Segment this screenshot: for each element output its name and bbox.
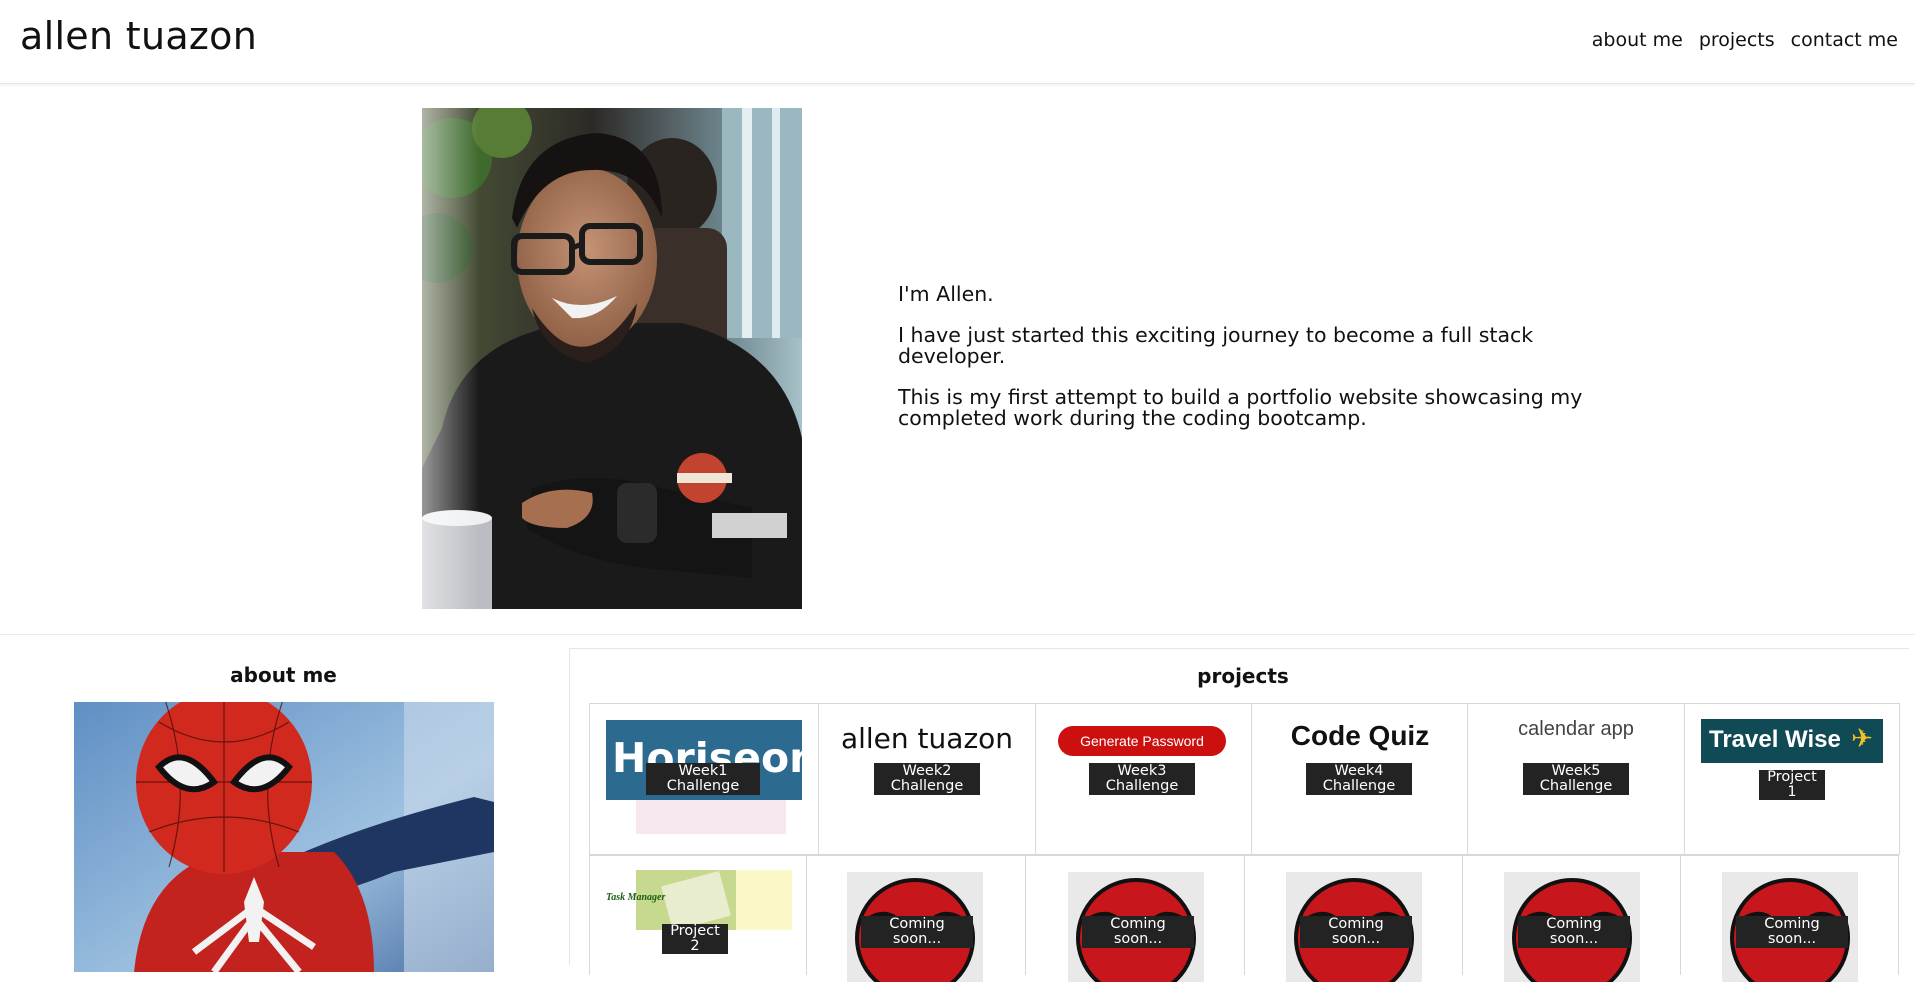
about-title: about me xyxy=(230,663,337,687)
site-brand[interactable]: allen tuazon xyxy=(20,14,257,58)
project-card-week4[interactable]: Code Quiz Week4 Challenge xyxy=(1251,703,1468,855)
project-card-coming-soon-5[interactable]: Coming soon... xyxy=(1680,855,1899,982)
spiderman-image xyxy=(74,702,494,972)
project-caption: Week4 Challenge xyxy=(1306,763,1412,795)
project-caption: Coming soon... xyxy=(1082,916,1194,948)
project-caption: Week5 Challenge xyxy=(1523,763,1629,795)
nav-projects[interactable]: projects xyxy=(1699,29,1775,51)
project-caption: Coming soon... xyxy=(861,916,973,948)
generate-password-text: Generate Password xyxy=(1080,733,1204,749)
project-caption: Coming soon... xyxy=(1518,916,1630,948)
project-card-week1[interactable]: Horiseon Week1 Challenge xyxy=(589,703,819,855)
calendar-app-thumbnail: calendar app xyxy=(1476,718,1676,748)
projects-section: projects Horiseon Week1 Challenge allen … xyxy=(569,648,1909,982)
project-card-coming-soon-2[interactable]: Coming soon... xyxy=(1025,855,1245,982)
calendar-app-text: calendar app xyxy=(1518,718,1634,740)
site-header: allen tuazon about me projects contact m… xyxy=(0,0,1915,84)
project-card-coming-soon-1[interactable]: Coming soon... xyxy=(806,855,1026,982)
nav-contact-me[interactable]: contact me xyxy=(1791,29,1898,51)
project-caption: Week2 Challenge xyxy=(874,763,980,795)
project-caption: Week1 Challenge xyxy=(646,763,760,795)
intro-greeting: I'm Allen. xyxy=(898,282,994,306)
project-caption: Week3 Challenge xyxy=(1089,763,1195,795)
project-caption: Coming soon... xyxy=(1736,916,1848,948)
travel-wise-text: Travel Wise xyxy=(1709,726,1841,753)
code-quiz-thumbnail: Code Quiz xyxy=(1260,720,1460,760)
project-caption: Coming soon... xyxy=(1300,916,1412,948)
project-caption: Project 1 xyxy=(1759,770,1825,800)
project-card-coming-soon-4[interactable]: Coming soon... xyxy=(1462,855,1681,982)
intro-journey: I have just started this exciting journe… xyxy=(898,323,1534,368)
nav-about-me[interactable]: about me xyxy=(1592,29,1683,51)
projects-title: projects xyxy=(1197,664,1289,688)
portfolio-thumbnail: allen tuazon xyxy=(829,722,1025,762)
hero-section: I'm Allen. I have just started this exci… xyxy=(0,85,1915,635)
travel-wise-thumbnail: Travel Wise ✈ xyxy=(1701,719,1883,763)
project-card-project2[interactable]: Task Manager Project 2 xyxy=(589,855,807,975)
project-caption: Project 2 xyxy=(662,924,728,954)
projects-row-2: Task Manager Project 2 Coming soon... Co… xyxy=(589,855,1899,982)
airplane-icon: ✈ xyxy=(1851,724,1873,754)
task-manager-text: Task Manager xyxy=(606,892,666,903)
project-card-week5[interactable]: calendar app Week5 Challenge xyxy=(1467,703,1685,855)
intro-text: I'm Allen. I have just started this exci… xyxy=(898,284,1618,449)
project-card-coming-soon-3[interactable]: Coming soon... xyxy=(1244,855,1463,982)
profile-photo xyxy=(422,108,802,609)
code-quiz-text: Code Quiz xyxy=(1290,720,1430,751)
generate-password-thumbnail: Generate Password xyxy=(1058,726,1226,756)
task-manager-thumbnail: Task Manager xyxy=(606,870,792,930)
projects-row-1: Horiseon Week1 Challenge allen tuazon We… xyxy=(589,703,1900,855)
project-card-project1[interactable]: Travel Wise ✈ Project 1 xyxy=(1684,703,1900,855)
main-nav: about me projects contact me xyxy=(1592,29,1898,51)
intro-portfolio: This is my first attempt to build a port… xyxy=(898,385,1583,430)
project-card-week3[interactable]: Generate Password Week3 Challenge xyxy=(1035,703,1252,855)
portfolio-thumb-text: allen tuazon xyxy=(840,722,1014,755)
project-card-week2[interactable]: allen tuazon Week2 Challenge xyxy=(818,703,1036,855)
about-section: about me xyxy=(0,648,567,972)
